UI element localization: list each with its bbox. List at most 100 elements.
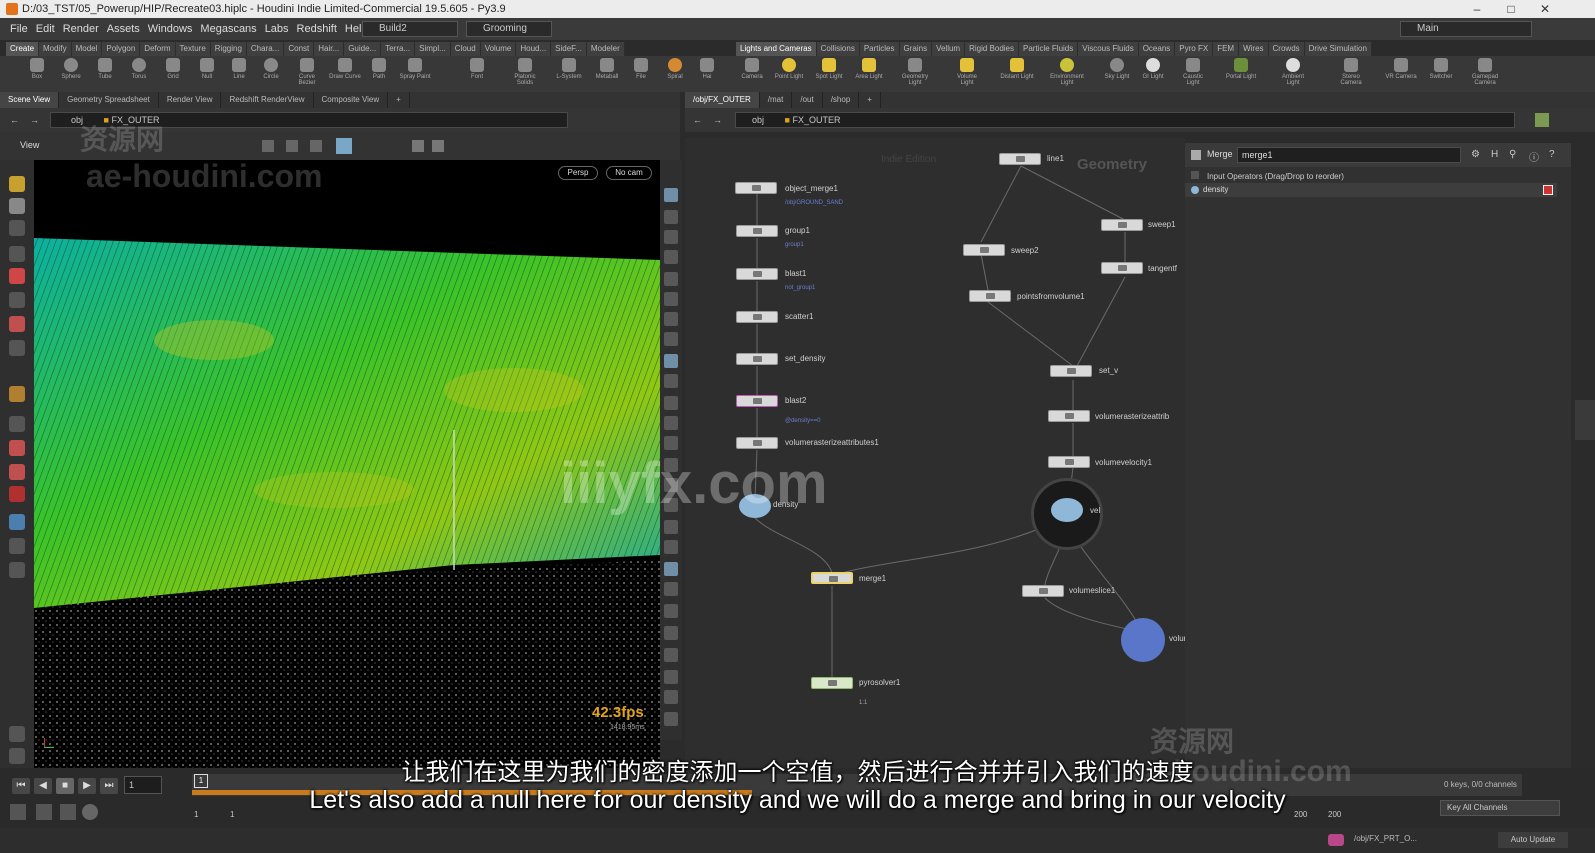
move-icon[interactable]	[9, 292, 25, 308]
question-icon[interactable]: ?	[1549, 149, 1555, 160]
frame-icon[interactable]	[664, 540, 678, 554]
node-volumerasterizeattrib[interactable]	[1048, 410, 1090, 422]
tool-gi-light[interactable]: GI Light	[1136, 58, 1170, 80]
shelf-tab[interactable]: Collisions	[816, 42, 860, 56]
tool-sphere[interactable]: Sphere	[54, 58, 88, 80]
ghost-icon[interactable]	[664, 210, 678, 224]
menu-megascans[interactable]: Megascans	[196, 18, 260, 40]
tool-box[interactable]: Box	[20, 58, 54, 80]
tool-line[interactable]: Line	[222, 58, 256, 80]
camera-menu[interactable]: No cam	[606, 166, 652, 180]
zoom-icon[interactable]	[9, 416, 25, 432]
pivot-icon[interactable]	[9, 386, 25, 402]
tool-caustic-light[interactable]: Caustic Light	[1176, 58, 1210, 86]
menu-file[interactable]: File	[6, 18, 32, 40]
node-object-merge1[interactable]	[735, 182, 777, 194]
camera-toolbar-icon[interactable]	[432, 140, 444, 152]
shelf-tab[interactable]: Cloud	[450, 42, 481, 56]
shade-icon[interactable]	[664, 272, 678, 286]
select-icon[interactable]	[286, 140, 298, 152]
tool-metaball[interactable]: Metaball	[590, 58, 624, 80]
tab-render-view[interactable]: Render View	[159, 92, 222, 108]
tool-camera[interactable]: Camera	[735, 58, 769, 80]
shelf-tab[interactable]: Rigging	[210, 42, 247, 56]
tool-hair[interactable]: Hai	[690, 58, 724, 80]
forward-arrow-icon[interactable]: →	[713, 108, 722, 132]
split-icon[interactable]	[664, 648, 678, 662]
handle-icon[interactable]	[262, 140, 274, 152]
node-line1[interactable]	[999, 153, 1041, 165]
shelf-tab[interactable]: Oceans	[1138, 42, 1176, 56]
tool-circle[interactable]: Circle	[254, 58, 288, 80]
node-blast2[interactable]	[736, 395, 778, 407]
radio-icon[interactable]	[1191, 186, 1199, 194]
record-icon[interactable]	[664, 690, 678, 704]
rotate-icon[interactable]	[9, 316, 25, 332]
uv-icon[interactable]	[664, 396, 678, 410]
path-fx-outer[interactable]: FX_OUTER	[792, 115, 840, 125]
tool-sky-light[interactable]: Sky Light	[1100, 58, 1134, 80]
light-icon[interactable]	[9, 726, 25, 742]
shelf-tab[interactable]: Chara...	[246, 42, 285, 56]
node-set-density[interactable]	[736, 353, 778, 365]
pencil-icon[interactable]	[664, 562, 678, 576]
node-info-icon[interactable]	[1535, 113, 1549, 127]
node-pyrosolver1[interactable]	[811, 677, 853, 689]
node-sweep2[interactable]	[963, 244, 1005, 256]
shelf-tab[interactable]: Particles	[859, 42, 900, 56]
globe-icon[interactable]	[9, 538, 25, 554]
tool-file[interactable]: File	[624, 58, 658, 80]
tool-lsystem[interactable]: L-System	[552, 58, 586, 80]
shelf-tab[interactable]: Houd...	[516, 42, 552, 56]
menu-assets[interactable]: Assets	[103, 18, 144, 40]
shelf-tab[interactable]: Model	[71, 42, 103, 56]
brush-icon[interactable]	[9, 176, 25, 192]
node-volumevelocity1[interactable]	[1048, 456, 1090, 468]
tool-ambient-light[interactable]: Ambient Light	[1276, 58, 1310, 86]
persp-icon[interactable]	[664, 604, 678, 618]
tool-distant-light[interactable]: Distant Light	[1000, 58, 1034, 80]
bg-icon[interactable]	[664, 230, 678, 244]
points-icon[interactable]	[664, 354, 678, 368]
minimize-button[interactable]: –	[1460, 0, 1494, 18]
tab-obj-fx-outer[interactable]: /obj/FX_OUTER	[685, 92, 760, 108]
remove-input-icon[interactable]	[1543, 185, 1553, 195]
shelf-tab[interactable]: Terra...	[381, 42, 416, 56]
node-volumerasterizeattributes1[interactable]	[736, 437, 778, 449]
menu-windows[interactable]: Windows	[144, 18, 197, 40]
node-tangentfield[interactable]	[1101, 262, 1143, 274]
compare-icon[interactable]	[664, 670, 678, 684]
layout-icon[interactable]	[664, 626, 678, 640]
menu-redshift[interactable]: Redshift	[293, 18, 341, 40]
add-tab-button[interactable]: +	[388, 92, 410, 108]
shelf-tab[interactable]: Modify	[39, 42, 72, 56]
tab-shop[interactable]: /shop	[823, 92, 860, 108]
scale-icon[interactable]	[9, 340, 25, 356]
desktop-context-select[interactable]: Grooming	[466, 21, 552, 37]
tool-point-light[interactable]: Point Light	[772, 58, 806, 80]
tool-stereo-camera[interactable]: Stereo Camera	[1334, 58, 1368, 86]
pose-icon[interactable]	[9, 220, 25, 236]
tab-geometry-spreadsheet[interactable]: Geometry Spreadsheet	[59, 92, 159, 108]
info-circle-icon[interactable]: ⓘ	[1529, 149, 1539, 164]
add-tab-button-right[interactable]: +	[859, 92, 881, 108]
node-pointsfromvolume1[interactable]	[969, 290, 1011, 302]
param-node-name-field[interactable]: merge1	[1237, 147, 1461, 163]
tab-redshift-renderview[interactable]: Redshift RenderView	[221, 92, 314, 108]
tool-environment-light[interactable]: Environment Light	[1050, 58, 1084, 86]
vector-icon[interactable]	[664, 436, 678, 450]
magnet-icon[interactable]	[9, 486, 25, 502]
shelf-tab[interactable]: Particle Fluids	[1019, 42, 1079, 56]
back-arrow-icon[interactable]: ←	[693, 108, 702, 132]
shelf-tab[interactable]: Guide...	[344, 42, 382, 56]
shelf-tab[interactable]: Modeler	[586, 42, 625, 56]
shelf-tab[interactable]: Viscous Fluids	[1078, 42, 1139, 56]
shelf-tab-lights[interactable]: Lights and Cameras	[736, 42, 817, 56]
info-icon[interactable]	[664, 416, 678, 430]
tool-spiral[interactable]: Spiral	[658, 58, 692, 80]
tab-composite-view[interactable]: Composite View	[314, 92, 389, 108]
node-blast1[interactable]	[736, 268, 778, 280]
tool-platonic[interactable]: Platonic Solids	[508, 58, 542, 86]
ao-icon[interactable]	[664, 332, 678, 346]
lock-icon[interactable]	[9, 268, 25, 284]
